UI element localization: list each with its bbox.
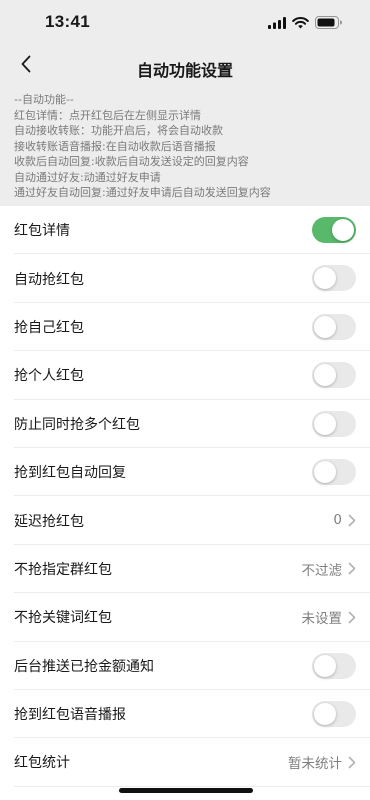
setting-label: 抢到红包自动回复 (14, 465, 126, 482)
setting-value: 暂未统计 (288, 756, 342, 773)
setting-value: 0 (333, 512, 342, 529)
feature-description: --自动功能-- 红包详情：点开红包后在左侧显示详情 自动接收转账：功能开启后，… (14, 92, 360, 201)
status-bar: 13:41 (0, 0, 370, 44)
setting-row-voice-broadcast[interactable]: 抢到红包语音播报 (0, 690, 370, 739)
setting-label: 后台推送已抢金额通知 (14, 658, 154, 675)
setting-label: 抢个人红包 (14, 368, 84, 385)
setting-row-skip-groups[interactable]: 不抢指定群红包 不过滤 (0, 545, 370, 594)
chevron-right-icon (348, 514, 356, 527)
setting-row-prevent-multiple[interactable]: 防止同时抢多个红包 (0, 400, 370, 449)
chevron-right-icon (348, 562, 356, 575)
setting-label: 抢到红包语音播报 (14, 707, 126, 724)
settings-list: 红包详情 自动抢红包 抢自己红包 抢个人红包 防止同时抢多个红包 抢到红包自动回… (0, 206, 370, 800)
description-line: 红包详情：点开红包后在左侧显示详情 (14, 108, 201, 122)
toggle-knob (314, 654, 336, 677)
setting-row-auto-reply[interactable]: 抢到红包自动回复 (0, 448, 370, 497)
setting-label: 红包详情 (14, 223, 70, 240)
signal-icon (268, 14, 286, 33)
description-line: 通过好友自动回复:通过好友申请后自动发送回复内容 (14, 186, 271, 199)
toggle-switch[interactable] (312, 458, 356, 485)
toggle-switch[interactable] (312, 362, 356, 389)
toggle-switch[interactable] (312, 217, 356, 243)
setting-row-grab-personal[interactable]: 抢个人红包 (0, 351, 370, 400)
toggle-knob (314, 460, 336, 483)
setting-row-grab-own[interactable]: 抢自己红包 (0, 303, 370, 352)
setting-row-redpacket-detail[interactable]: 红包详情 (0, 206, 370, 255)
setting-value-group: 不过滤 (302, 545, 357, 593)
setting-row-push-notification[interactable]: 后台推送已抢金额通知 (0, 642, 370, 691)
description-line: 自动接收转账：功能开启后，将会自动收款 (14, 124, 223, 137)
home-indicator (119, 788, 253, 793)
battery-icon (315, 14, 342, 33)
setting-label: 不抢关键词红包 (14, 610, 112, 627)
toggle-switch[interactable] (312, 265, 356, 292)
description-line: 接收转账语音播报:在自动收款后语音播报 (14, 139, 216, 153)
description-line: 自动通过好友:动通过好友申请 (14, 170, 161, 184)
toggle-knob (314, 364, 336, 387)
chevron-right-icon (348, 611, 356, 624)
description-line: --自动功能-- (14, 93, 74, 106)
setting-label: 抢自己红包 (14, 319, 84, 336)
chevron-right-icon (348, 756, 356, 769)
toggle-knob (314, 267, 336, 290)
setting-value: 不过滤 (301, 562, 343, 579)
setting-label: 不抢指定群红包 (14, 561, 112, 578)
toggle-knob (332, 219, 354, 241)
setting-label: 防止同时抢多个红包 (14, 416, 140, 433)
toggle-knob (314, 412, 336, 435)
toggle-knob (314, 702, 336, 725)
setting-label: 自动抢红包 (14, 271, 84, 288)
setting-value-group: 暂未统计 (288, 738, 356, 786)
setting-value: 未设置 (301, 611, 343, 628)
setting-value-group: 0 (333, 496, 356, 544)
status-time: 13:41 (45, 12, 90, 31)
navigation-bar: 自动功能设置 (0, 44, 370, 88)
status-icons (268, 14, 342, 33)
setting-row-skip-keywords[interactable]: 不抢关键词红包 未设置 (0, 593, 370, 642)
toggle-switch[interactable] (312, 410, 356, 437)
toggle-switch[interactable] (312, 652, 356, 679)
toggle-switch[interactable] (312, 313, 356, 340)
toggle-switch[interactable] (312, 700, 356, 727)
wifi-icon (292, 14, 309, 33)
page-title: 自动功能设置 (136, 61, 233, 80)
setting-row-auto-grab[interactable]: 自动抢红包 (0, 254, 370, 304)
setting-row-statistics[interactable]: 红包统计 暂未统计 (0, 738, 370, 788)
setting-label: 红包统计 (14, 755, 70, 772)
setting-value-group: 未设置 (302, 593, 357, 641)
setting-row-delay-grab[interactable]: 延迟抢红包 0 (0, 496, 370, 546)
description-line: 收款后自动回复:收款后自动发送设定的回复内容 (14, 155, 249, 168)
toggle-knob (314, 315, 336, 338)
setting-label: 延迟抢红包 (14, 513, 84, 530)
